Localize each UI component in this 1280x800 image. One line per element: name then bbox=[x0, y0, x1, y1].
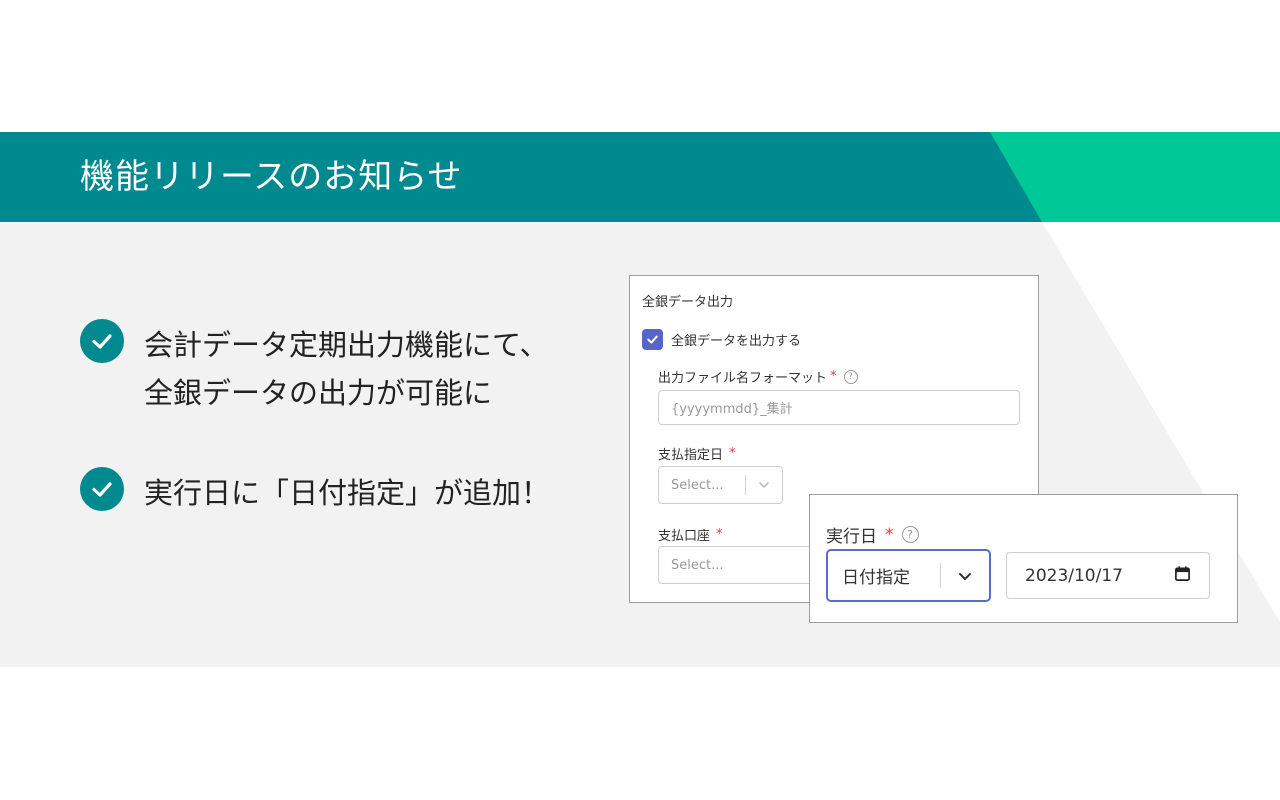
select-value: 日付指定 bbox=[842, 568, 910, 588]
payment-date-label: 支払指定日 * bbox=[658, 444, 736, 463]
payment-account-select[interactable]: Select... bbox=[658, 546, 818, 584]
calendar-icon[interactable] bbox=[1174, 565, 1191, 586]
chevron-down-icon[interactable] bbox=[941, 568, 989, 584]
required-mark: * bbox=[830, 369, 837, 384]
zengin-output-checkbox[interactable] bbox=[642, 329, 663, 350]
checkbox-label: 全銀データを出力する bbox=[671, 334, 802, 349]
bullet-item: 会計データ定期出力機能にて、 全銀データの出力が可能に bbox=[80, 319, 549, 417]
required-mark: * bbox=[885, 524, 894, 545]
bullet-line: 会計データ定期出力機能にて、 bbox=[144, 328, 549, 362]
field-label-text: 支払口座 bbox=[658, 529, 711, 544]
select-placeholder: Select... bbox=[671, 477, 724, 493]
banner-title: 機能リリースのお知らせ bbox=[80, 157, 463, 197]
check-circle-icon bbox=[80, 319, 124, 363]
check-circle-icon bbox=[80, 467, 124, 511]
field-label-text: 出力ファイル名フォーマット bbox=[658, 371, 828, 386]
bullet-text: 会計データ定期出力機能にて、 全銀データの出力が可能に bbox=[144, 321, 549, 417]
payment-date-select[interactable]: Select... bbox=[658, 466, 783, 504]
question-circle-icon[interactable]: ? bbox=[843, 369, 858, 384]
required-mark: * bbox=[729, 446, 736, 461]
execution-date-type-select[interactable]: 日付指定 bbox=[826, 549, 991, 602]
field-label-text: 支払指定日 bbox=[658, 448, 724, 463]
date-value: 2023/10/17 bbox=[1025, 565, 1123, 586]
bullet-text: 実行日に「日付指定」が追加！ bbox=[144, 469, 550, 517]
execution-date-input[interactable]: 2023/10/17 bbox=[1006, 552, 1210, 599]
zengin-output-checkbox-row[interactable]: 全銀データを出力する bbox=[642, 329, 801, 350]
filename-format-input[interactable]: {yyyymmdd}_集計 bbox=[658, 390, 1020, 425]
bullet-line: 実行日に「日付指定」が追加！ bbox=[144, 476, 551, 510]
panel-title: 全銀データ出力 bbox=[642, 295, 734, 310]
select-placeholder: Select... bbox=[671, 557, 724, 573]
question-circle-icon[interactable]: ? bbox=[901, 526, 919, 543]
input-placeholder: {yyyymmdd}_集計 bbox=[671, 402, 793, 417]
execution-date-panel: 実行日 * ? 日付指定 2023/10/17 bbox=[809, 494, 1238, 623]
chevron-down-icon[interactable] bbox=[746, 479, 782, 491]
execution-date-label: 実行日 * ? bbox=[826, 522, 919, 547]
required-mark: * bbox=[716, 527, 723, 542]
bullet-line: 全銀データの出力が可能に bbox=[144, 376, 493, 410]
filename-format-label: 出力ファイル名フォーマット * ? bbox=[658, 367, 858, 386]
release-banner: 機能リリースのお知らせ bbox=[0, 132, 1280, 222]
field-label-text: 実行日 bbox=[826, 527, 877, 547]
payment-account-label: 支払口座 * bbox=[658, 525, 723, 544]
bullet-item: 実行日に「日付指定」が追加！ bbox=[80, 467, 550, 517]
